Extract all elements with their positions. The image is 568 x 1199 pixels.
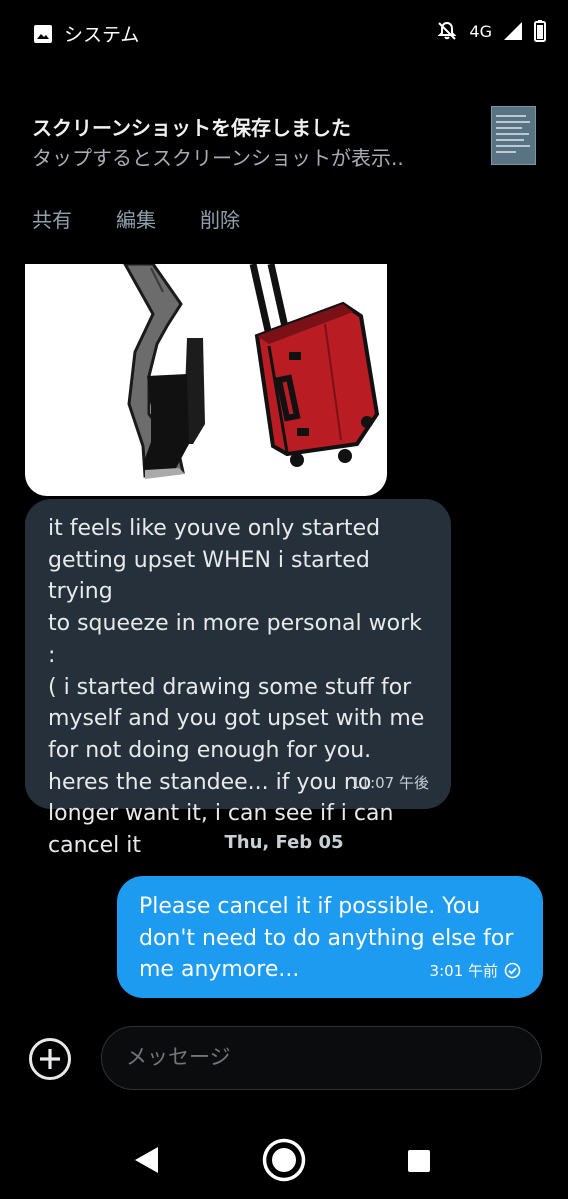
screenshot-notification[interactable]: スクリーンショットを保存しました タップするとスクリーンショットが表示.. 共有… — [0, 90, 568, 255]
status-right: 4G — [437, 20, 546, 42]
message-line: to squeeze in more personal work : — [48, 611, 422, 668]
message-line: don't need to do anything else for — [139, 925, 514, 951]
read-check-icon — [504, 962, 521, 979]
incoming-message-text: it feels like youve only started getting… — [48, 513, 429, 862]
image-icon — [34, 24, 52, 43]
message-line: it feels like youve only started — [48, 516, 381, 541]
media-attachment[interactable] — [25, 264, 387, 496]
notifications-off-icon — [438, 21, 457, 40]
message-line: Please cancel it if possible. You — [139, 894, 481, 919]
status-left: システム — [34, 20, 139, 47]
message-input-placeholder: メッセージ — [126, 1045, 231, 1069]
delete-action[interactable]: 削除 — [200, 204, 240, 233]
outgoing-message-meta: 3:01 午前 — [430, 960, 521, 981]
status-app-label: システム — [64, 24, 140, 46]
recents-icon[interactable] — [408, 1150, 430, 1172]
message-line: ( i started drawing some stuff for — [48, 674, 412, 700]
outgoing-message-time: 3:01 午前 — [429, 962, 498, 980]
back-icon[interactable] — [135, 1147, 159, 1173]
home-icon[interactable] — [262, 1138, 306, 1182]
outgoing-message[interactable]: Please cancel it if possible. You don't … — [117, 876, 543, 998]
message-line: getting upset WHEN i started trying — [48, 547, 370, 605]
message-line: longer want it, i can see if i can — [48, 801, 394, 827]
notification-text: タップするとスクリーンショットが表示.. — [32, 146, 404, 170]
notification-title: スクリーンショットを保存しました — [32, 116, 351, 140]
incoming-message-time: 11:07 午後 — [351, 774, 429, 792]
message-input[interactable]: メッセージ — [101, 1026, 542, 1090]
status-bar: システム 4G — [0, 0, 568, 64]
share-action[interactable]: 共有 — [32, 204, 72, 233]
incoming-message[interactable]: it feels like youve only started getting… — [25, 499, 451, 858]
plus-circle-icon[interactable] — [28, 1037, 72, 1081]
message-composer: メッセージ — [0, 1026, 568, 1092]
date-separator: Thu, Feb 05 — [224, 832, 344, 853]
notification-actions: 共有 編集 削除 — [32, 204, 240, 233]
navigation-bar — [0, 1120, 568, 1199]
network-type: 4G — [469, 21, 492, 41]
message-line: myself and you got upset with me — [48, 706, 425, 732]
edit-action[interactable]: 編集 — [116, 204, 156, 233]
battery-icon — [534, 20, 546, 42]
message-line: for not doing enough for you. — [48, 737, 372, 763]
screenshot-thumbnail[interactable] — [491, 106, 536, 165]
signal-icon — [504, 22, 522, 40]
standee-illustration — [123, 264, 380, 479]
